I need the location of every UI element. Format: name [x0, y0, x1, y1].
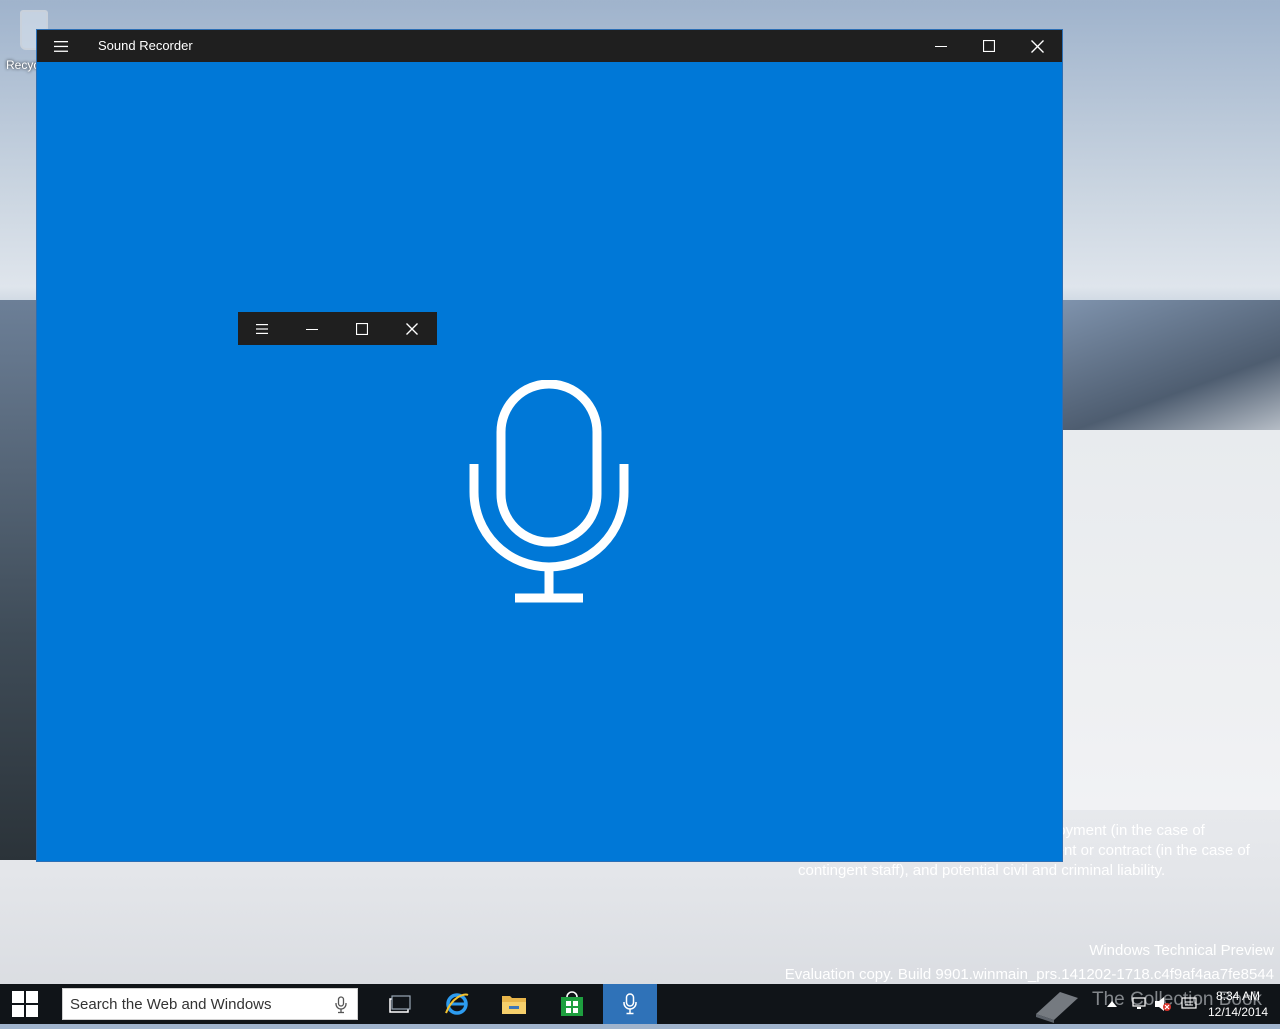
sound-recorder-window: Sound Recorder [37, 30, 1062, 861]
close-icon [406, 322, 418, 335]
title-bar[interactable]: Sound Recorder [37, 30, 1062, 62]
wallpaper-snow [1062, 430, 1280, 810]
search-microphone-button[interactable] [335, 996, 347, 1019]
close-button[interactable] [1013, 30, 1062, 62]
sound-recorder-taskbar-button[interactable] [603, 984, 657, 1024]
search-input[interactable] [70, 996, 320, 1013]
folder-icon [502, 996, 526, 1014]
microphone-icon [623, 993, 637, 1015]
taskbar-clock[interactable]: 8:34 AM 12/14/2014 [1204, 988, 1272, 1020]
record-button[interactable] [469, 379, 629, 605]
microphone-icon [469, 379, 629, 603]
start-button[interactable] [0, 984, 50, 1024]
file-explorer-button[interactable] [487, 984, 541, 1024]
task-view-button[interactable] [372, 984, 426, 1024]
store-button[interactable] [545, 984, 599, 1024]
taskbar: The Collection Book 8:34 AM 12/14/2014 [0, 984, 1280, 1024]
volume-tray-button[interactable] [1152, 984, 1174, 1024]
task-view-icon [389, 995, 411, 1013]
desktop: Recyc dential anner may result in discip… [0, 0, 1280, 984]
volume-muted-icon [1155, 997, 1171, 1011]
maximize-icon [983, 40, 995, 52]
compact-window-bar[interactable] [238, 312, 437, 345]
maximize-button[interactable] [965, 30, 1013, 62]
window-title: Sound Recorder [98, 38, 193, 53]
message-icon [1181, 997, 1197, 1009]
store-icon [561, 991, 583, 1016]
minimize-icon [935, 46, 947, 47]
mini-minimize-button[interactable] [288, 312, 336, 345]
recycle-bin-label: Recyc [6, 58, 40, 72]
network-icon [1132, 997, 1146, 1009]
clock-time: 8:34 AM [1215, 989, 1261, 1003]
windows-logo-icon [12, 991, 38, 1017]
ie-icon [445, 993, 469, 1015]
chevron-up-icon [1107, 1001, 1117, 1007]
mini-menu-button[interactable] [238, 312, 286, 345]
action-center-tray-button[interactable] [1178, 984, 1200, 1024]
watermark-evaluation: Evaluation copy. Build 9901.winmain_prs.… [784, 966, 1274, 983]
internet-explorer-button[interactable] [430, 984, 484, 1024]
search-box[interactable] [62, 988, 358, 1020]
menu-button[interactable] [37, 30, 85, 62]
mini-close-button[interactable] [388, 312, 436, 345]
close-icon [1031, 39, 1044, 53]
recorder-content [37, 62, 1062, 861]
show-hidden-icons-button[interactable] [1104, 984, 1120, 1024]
book-icon [1036, 992, 1078, 1023]
maximize-icon [356, 322, 368, 335]
clock-date: 12/14/2014 [1207, 1005, 1269, 1019]
mini-maximize-button[interactable] [338, 312, 386, 345]
minimize-button[interactable] [917, 30, 965, 62]
watermark-preview: Windows Technical Preview [1089, 942, 1274, 959]
wallpaper-mountain-left [0, 300, 40, 860]
hamburger-icon [54, 40, 68, 52]
network-tray-button[interactable] [1128, 984, 1150, 1024]
microphone-icon [335, 996, 347, 1014]
hamburger-icon [256, 323, 268, 334]
minimize-icon [306, 328, 318, 330]
